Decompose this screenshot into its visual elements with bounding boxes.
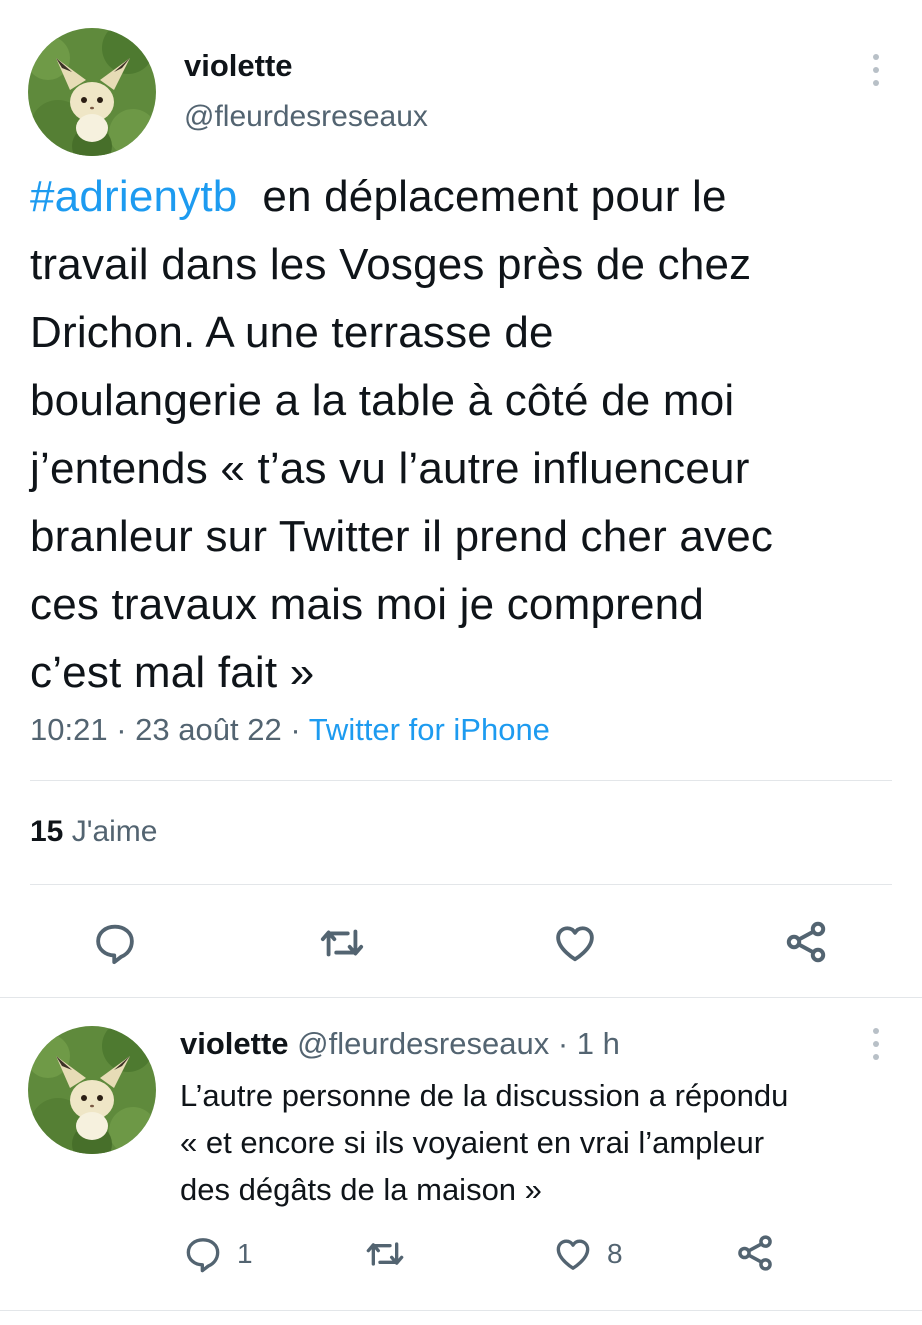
- tweet-text-line: j’entends « t’as vu l’autre influenceur: [30, 444, 750, 493]
- retweet-icon: [320, 929, 364, 957]
- reply-time-ago[interactable]: · 1 h: [558, 1026, 620, 1061]
- tweet-metadata: 10:21 · 23 août 22 · Twitter for iPhone: [30, 712, 550, 748]
- tweet-date[interactable]: 23 août 22: [135, 712, 282, 747]
- reply-header: violette @fleurdesreseaux · 1 h: [180, 1026, 620, 1062]
- tweet-text-line: Drichon. A une terrasse de: [30, 308, 554, 357]
- reply-button[interactable]: [92, 920, 138, 966]
- tweet-text: #adrienytb en déplacement pour le travai…: [30, 163, 910, 707]
- reply-button[interactable]: 1: [183, 1234, 253, 1274]
- reply-text-line: L’autre personne de la discussion a répo…: [180, 1078, 789, 1113]
- more-options-icon[interactable]: [866, 1028, 886, 1060]
- likes-label: J'aime: [71, 815, 158, 848]
- meta-separator: ·: [116, 712, 127, 747]
- tweet-text-line: boulangerie a la table à côté de moi: [30, 376, 735, 425]
- avatar[interactable]: [28, 1026, 156, 1154]
- display-name[interactable]: violette: [184, 48, 293, 84]
- tweet-text-line: branleur sur Twitter il prend cher avec: [30, 512, 774, 561]
- tweet-time[interactable]: 10:21: [30, 712, 108, 747]
- reply-count: 1: [237, 1238, 253, 1269]
- divider: [0, 997, 922, 998]
- share-button[interactable]: [782, 918, 830, 966]
- user-handle[interactable]: @fleurdesreseaux: [297, 1026, 549, 1061]
- like-count: 8: [607, 1238, 623, 1269]
- avatar[interactable]: [28, 28, 156, 156]
- display-name[interactable]: violette: [180, 1026, 289, 1061]
- tweet-text-line: travail dans les Vosges près de chez: [30, 240, 752, 289]
- user-handle[interactable]: @fleurdesreseaux: [184, 100, 428, 134]
- reply-text: L’autre personne de la discussion a répo…: [180, 1072, 900, 1213]
- reply-icon: [96, 924, 134, 965]
- likes-count: 15: [30, 815, 64, 848]
- share-icon: [786, 921, 826, 963]
- meta-separator: ·: [290, 712, 301, 747]
- reply-text-line: « et encore si ils voyaient en vrai l’am…: [180, 1125, 765, 1160]
- hashtag-link[interactable]: #adrienytb: [30, 172, 237, 221]
- retweet-icon: [366, 1242, 404, 1266]
- like-button[interactable]: 8: [553, 1234, 623, 1274]
- reply-icon: [186, 1238, 220, 1273]
- like-icon: [556, 1239, 590, 1270]
- like-button[interactable]: [551, 920, 599, 966]
- share-icon: [738, 1235, 772, 1271]
- divider: [0, 1310, 922, 1311]
- divider: [30, 780, 892, 781]
- tweet-text-line: c’est mal fait »: [30, 648, 315, 697]
- share-button[interactable]: [734, 1232, 776, 1274]
- like-icon: [556, 926, 594, 962]
- likes-summary[interactable]: 15 J'aime: [30, 815, 157, 849]
- more-options-icon[interactable]: [866, 54, 886, 86]
- reply-text-line: des dégâts de la maison »: [180, 1172, 542, 1207]
- tweet-text-line: ces travaux mais moi je comprend: [30, 580, 704, 629]
- retweet-button[interactable]: [364, 1234, 406, 1274]
- retweet-button[interactable]: [318, 920, 366, 966]
- tweet-text-line: en déplacement pour le: [262, 172, 727, 221]
- cropped-previous-content: [190, 0, 510, 6]
- divider: [30, 884, 892, 885]
- tweet-source-link[interactable]: Twitter for iPhone: [309, 712, 550, 747]
